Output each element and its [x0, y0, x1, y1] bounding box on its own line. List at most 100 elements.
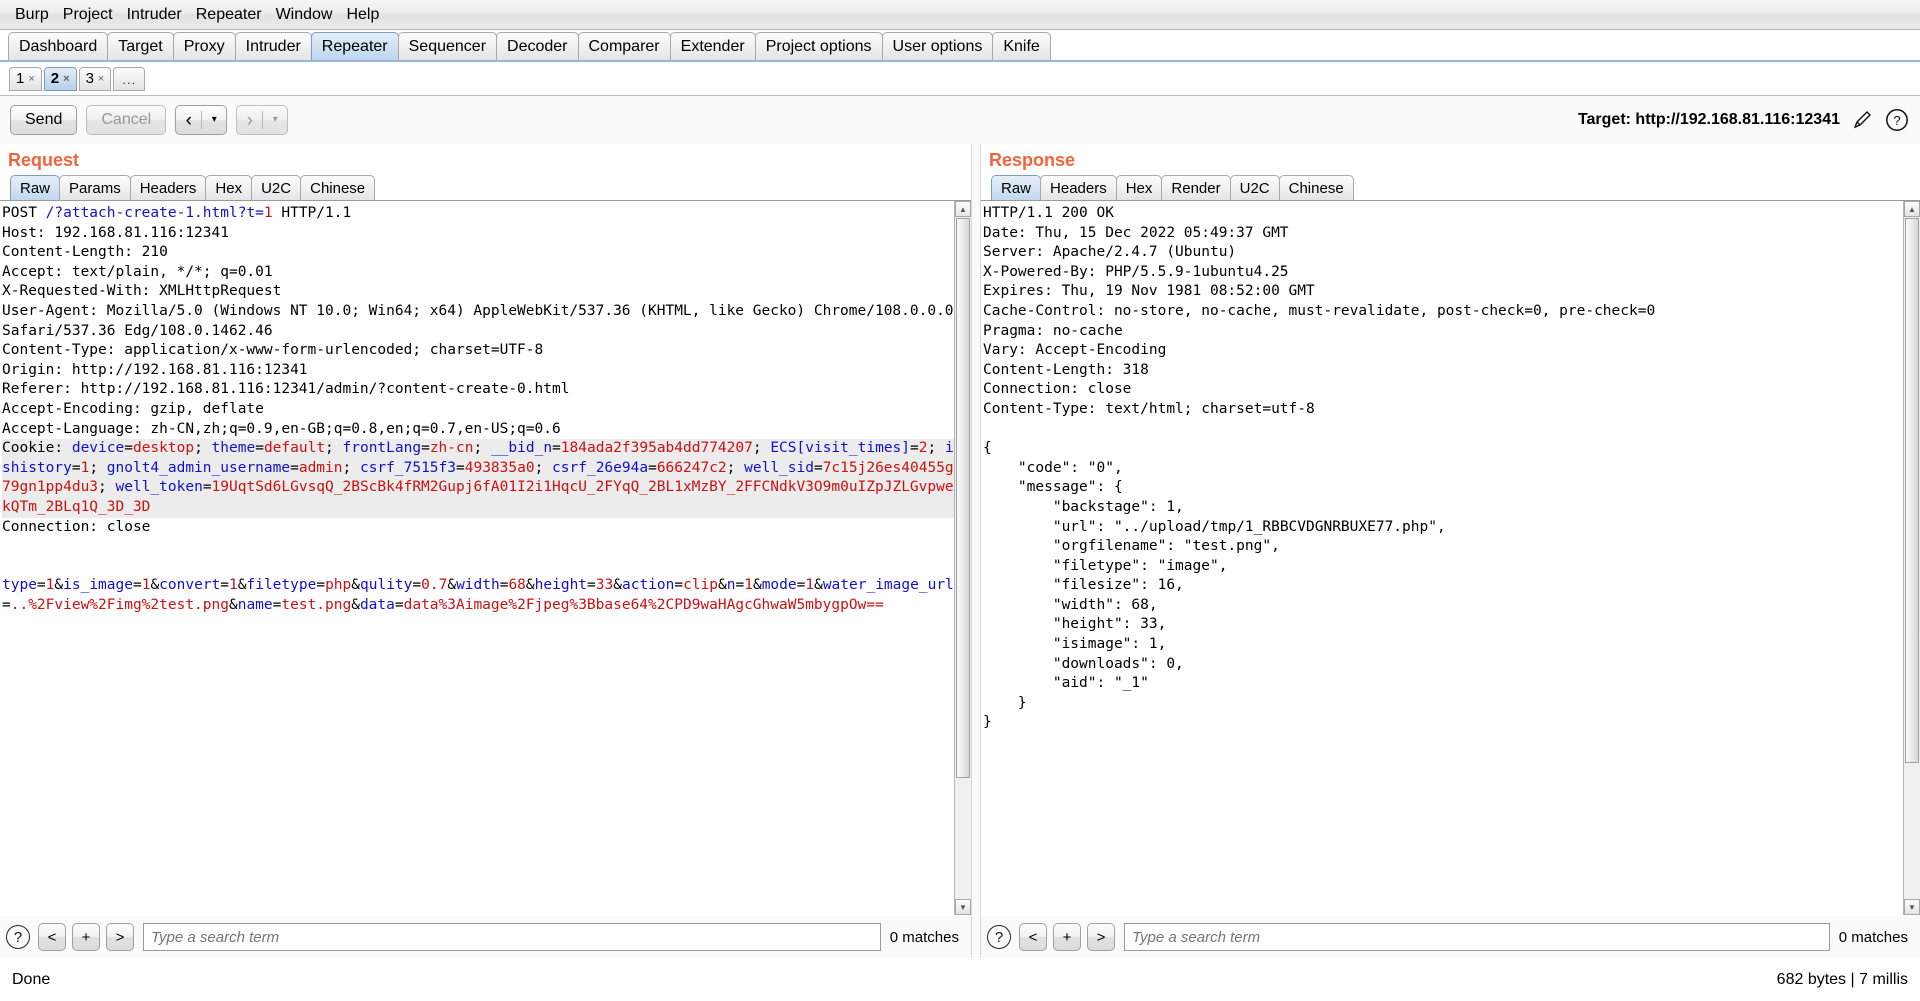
editor-line: Content-Length: 210: [2, 243, 954, 263]
search-help-icon[interactable]: ?: [987, 925, 1011, 949]
editor-line: "filetype": "image",: [983, 557, 1903, 577]
status-text: Done: [12, 970, 51, 988]
request-tab-headers[interactable]: Headers: [129, 175, 207, 200]
pencil-icon[interactable]: [1849, 107, 1875, 133]
request-tab-raw[interactable]: Raw: [10, 175, 61, 200]
tab-repeater[interactable]: Repeater: [310, 32, 399, 60]
search-help-icon[interactable]: ?: [6, 925, 30, 949]
go-back-button[interactable]: ‹ ▾: [175, 105, 228, 135]
editor-token: =: [290, 459, 299, 476]
response-tab-headers[interactable]: Headers: [1040, 175, 1117, 200]
scroll-up-icon[interactable]: ▲: [955, 201, 971, 217]
response-tab-render[interactable]: Render: [1161, 175, 1231, 200]
question-icon[interactable]: ?: [1884, 107, 1910, 133]
tab-comparer[interactable]: Comparer: [577, 32, 671, 60]
search-next-button[interactable]: >: [1087, 923, 1115, 951]
response-search-input[interactable]: [1124, 923, 1830, 951]
request-search-input[interactable]: [143, 923, 881, 951]
tab-extender[interactable]: Extender: [669, 32, 756, 60]
response-tab-hex[interactable]: Hex: [1115, 175, 1163, 200]
panel-splitter[interactable]: [971, 144, 981, 958]
editor-token: ;: [342, 459, 360, 476]
tab-intruder[interactable]: Intruder: [234, 32, 312, 60]
editor-token: qulity: [360, 577, 413, 594]
menu-item-help[interactable]: Help: [339, 4, 386, 26]
editor-token: =: [124, 440, 133, 457]
editor-token: gnolt4_admin_username: [106, 459, 291, 476]
editor-token: "width": 68,: [983, 596, 1158, 613]
editor-token: desktop: [132, 440, 195, 457]
response-tab-u2c[interactable]: U2C: [1229, 175, 1280, 200]
editor-token: convert: [159, 577, 221, 594]
request-match-count: 0 matches: [889, 928, 959, 946]
search-prev-button[interactable]: <: [1019, 923, 1047, 951]
search-next-button[interactable]: >: [106, 923, 134, 951]
request-editor[interactable]: POST /?attach-create-1.html?t=1 HTTP/1.1…: [0, 201, 954, 915]
close-icon[interactable]: ×: [98, 73, 104, 85]
response-metrics: 682 bytes | 7 millis: [1776, 970, 1908, 988]
search-add-button[interactable]: +: [72, 923, 100, 951]
repeater-tab-3[interactable]: 3 ×: [78, 66, 112, 91]
repeater-new-tab-button[interactable]: ...: [113, 66, 146, 91]
scroll-down-icon[interactable]: ▼: [1904, 899, 1920, 915]
editor-token: theme: [211, 440, 256, 457]
editor-token: "orgfilename": "test.png",: [983, 538, 1280, 555]
tab-sequencer[interactable]: Sequencer: [397, 32, 498, 60]
response-scrollbar[interactable]: ▲ ▼: [1903, 201, 1920, 915]
editor-line: Accept: text/plain, */*; q=0.01: [2, 263, 954, 283]
menu-item-window[interactable]: Window: [269, 4, 340, 26]
response-match-count: 0 matches: [1838, 928, 1908, 946]
editor-token: HTTP/1.1: [272, 205, 352, 221]
editor-token: =: [674, 577, 684, 594]
tab-proxy[interactable]: Proxy: [172, 32, 236, 60]
tab-dashboard[interactable]: Dashboard: [8, 32, 109, 60]
editor-line: X-Requested-With: XMLHttpRequest: [2, 282, 954, 302]
tab-decoder[interactable]: Decoder: [496, 32, 579, 60]
close-icon[interactable]: ×: [63, 73, 69, 85]
cancel-button[interactable]: Cancel: [86, 105, 167, 135]
editor-token: =: [735, 577, 745, 594]
tab-project-options[interactable]: Project options: [754, 32, 883, 60]
tab-target[interactable]: Target: [107, 32, 174, 60]
close-icon[interactable]: ×: [28, 73, 34, 85]
menu-item-intruder[interactable]: Intruder: [120, 4, 189, 26]
repeater-tab-bar: 1 × 2 × 3 ×...: [0, 62, 1920, 96]
menu-item-project[interactable]: Project: [56, 4, 120, 26]
request-tab-u2c[interactable]: U2C: [251, 175, 302, 200]
request-scrollbar[interactable]: ▲ ▼: [954, 201, 971, 915]
scroll-up-icon[interactable]: ▲: [1904, 201, 1920, 217]
editor-line: Date: Thu, 15 Dec 2022 05:49:37 GMT: [983, 224, 1903, 244]
editor-line: Referer: http://192.168.81.116:12341/adm…: [2, 380, 954, 400]
tab-user-options[interactable]: User options: [881, 32, 994, 60]
editor-token: "downloads": 0,: [983, 655, 1184, 672]
scrollbar-thumb[interactable]: [1905, 218, 1919, 763]
editor-token: =: [132, 577, 142, 594]
request-tab-params[interactable]: Params: [59, 175, 131, 200]
search-prev-button[interactable]: <: [38, 923, 66, 951]
response-editor[interactable]: HTTP/1.1 200 OK Date: Thu, 15 Dec 2022 05…: [981, 201, 1903, 915]
editor-line: HTTP/1.1 200 OK: [983, 204, 1903, 224]
editor-token: Host: 192.168.81.116:12341: [2, 224, 229, 241]
editor-line: Vary: Accept-Encoding: [983, 341, 1903, 361]
search-add-button[interactable]: +: [1053, 923, 1081, 951]
repeater-tab-1[interactable]: 1 ×: [9, 66, 42, 91]
response-tab-chinese[interactable]: Chinese: [1278, 175, 1354, 200]
send-button[interactable]: Send: [10, 105, 78, 135]
editor-token: POST: [2, 205, 46, 221]
repeater-tab-2[interactable]: 2 ×: [43, 66, 77, 91]
menu-item-repeater[interactable]: Repeater: [189, 4, 269, 26]
menu-item-burp[interactable]: Burp: [8, 4, 56, 26]
go-forward-button[interactable]: › ▾: [236, 105, 289, 135]
scrollbar-thumb[interactable]: [956, 218, 970, 778]
editor-token: Origin: http://192.168.81.116:12341: [2, 361, 308, 378]
scroll-down-icon[interactable]: ▼: [955, 899, 971, 915]
request-tab-chinese[interactable]: Chinese: [300, 175, 376, 200]
editor-line: Connection: close: [2, 518, 954, 538]
editor-line: "orgfilename": "test.png",: [983, 537, 1903, 557]
editor-line: "backstage": 1,: [983, 498, 1903, 518]
editor-token: 1: [229, 577, 238, 594]
tab-knife[interactable]: Knife: [992, 32, 1051, 60]
editor-token: "message": {: [983, 479, 1123, 496]
response-tab-raw[interactable]: Raw: [991, 175, 1042, 200]
request-tab-hex[interactable]: Hex: [205, 175, 253, 200]
